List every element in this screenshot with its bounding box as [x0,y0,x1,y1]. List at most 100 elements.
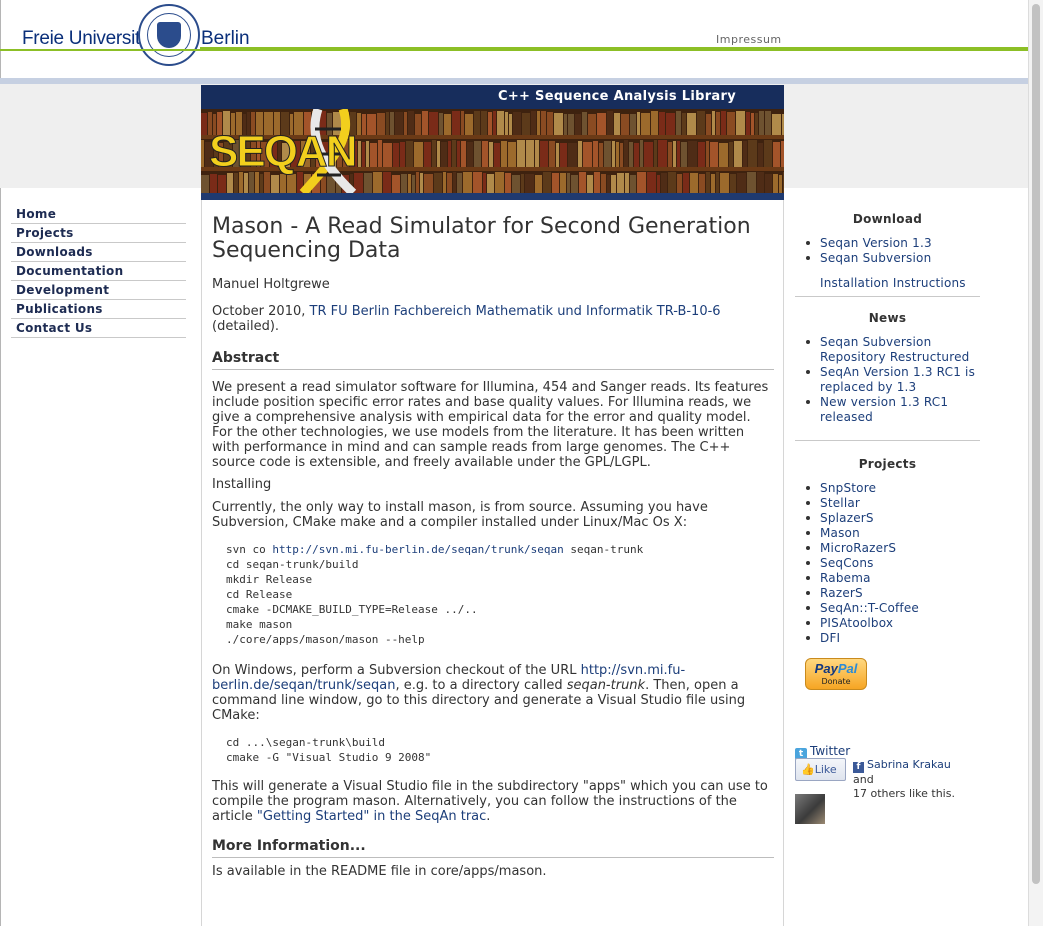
book-spine [659,112,665,136]
book-spine [537,111,540,135]
project-link-tcoffee[interactable]: SeqAn::T-Coffee [820,601,919,615]
book-spine [453,172,456,193]
book-spine [747,172,756,193]
seqan-logo[interactable]: SEQAN [208,127,357,177]
book-spine [677,174,682,193]
nav-item-documentation[interactable]: Documentation [11,262,186,281]
book-spine [457,141,460,168]
list-item: Seqan Version 1.3 [795,236,980,251]
project-link-razers[interactable]: RazerS [820,586,863,600]
book-spine [716,172,719,193]
nav-item-contact-us[interactable]: Contact Us [11,319,186,338]
book-spine [424,142,431,169]
book-spine [505,173,511,193]
book-spine [483,173,486,193]
book-spine [560,173,566,193]
project-link-microrazers[interactable]: MicroRazerS [820,541,896,555]
book-spine [497,111,504,135]
download-link-version[interactable]: Seqan Version 1.3 [820,236,932,250]
download-link-subversion[interactable]: Seqan Subversion [820,251,931,265]
book-spine [481,111,487,135]
book-spine [657,175,660,193]
book-spine [588,114,596,138]
svn-url-link[interactable]: http://svn.mi.fu-berlin.de/seqan/trunk/s… [272,543,563,556]
book-spine [666,113,675,137]
project-link-snpstore[interactable]: SnpStore [820,481,876,495]
nav-item-development[interactable]: Development [11,281,186,300]
book-spine [383,172,391,193]
book-spine [508,142,516,169]
book-spine [540,141,548,168]
scrollbar-thumb[interactable] [1032,4,1040,884]
project-link-stellar[interactable]: Stellar [820,496,860,510]
book-spine [630,175,636,193]
book-spine [746,112,750,136]
book-spine [699,174,705,193]
book-spine [452,111,460,135]
divider [795,440,980,441]
book-spine [676,111,681,135]
download-list: Seqan Version 1.3 Seqan Subversion [795,236,980,266]
abstract-text: We present a read simulator software for… [212,380,769,470]
fb-others-text: 17 others like this. [853,787,955,800]
book-spine [640,140,643,167]
project-link-dfi[interactable]: DFI [820,631,840,645]
twitter-label: Twitter [810,744,851,758]
vertical-scrollbar[interactable] [1028,0,1043,926]
book-spine [779,175,782,193]
fu-berlin-logo[interactable]: Freie Universität Berlin [22,4,262,70]
book-spine [634,143,639,170]
code-svn-target: seqan-trunk [563,543,644,556]
book-spine [422,111,428,135]
project-link-mason[interactable]: Mason [820,526,860,540]
nav-item-projects[interactable]: Projects [11,224,186,243]
book-spine [612,141,615,168]
book-spine [390,112,394,136]
book-spine [604,141,611,168]
impressum-link[interactable]: Impressum [716,33,782,46]
installation-instructions-link[interactable]: Installation Instructions [820,276,966,290]
book-spine [564,114,567,138]
book-spine [594,172,600,193]
book-spine [414,142,423,169]
news-link[interactable]: Seqan Subversion Repository Restructured [820,335,969,364]
book-spine [386,112,389,136]
book-spine [651,111,658,135]
news-link[interactable]: SeqAn Version 1.3 RC1 is replaced by 1.3 [820,365,975,394]
facebook-user-link[interactable]: Sabrina Krakau [867,758,951,771]
news-link[interactable]: New version 1.3 RC1 released [820,395,948,424]
avatar[interactable] [795,794,825,824]
book-spine [393,143,399,170]
paypal-logo: PayPal [806,661,866,677]
tech-report-link[interactable]: TR FU Berlin Fachbereich Mathematik und … [310,304,721,319]
book-spine [614,113,620,137]
list-item: Mason [795,526,980,541]
getting-started-link[interactable]: "Getting Started" in the SeqAn trac [257,809,486,824]
book-spine [513,112,521,136]
facebook-like-button[interactable]: 👍Like [795,758,846,781]
book-spine [541,111,546,135]
book-spine [552,173,559,193]
project-link-splazers[interactable]: SplazerS [820,511,874,525]
book-spine [441,142,447,169]
nav-item-home[interactable]: Home [11,205,186,224]
book-spine [587,175,593,193]
book-spine [772,114,781,138]
page-title: Mason - A Read Simulator for Second Gene… [212,214,751,263]
paypal-donate-button[interactable]: PayPal Donate [805,658,867,690]
nav-item-downloads[interactable]: Downloads [11,243,186,262]
header-accent-bar [200,47,1028,51]
project-link-rabema[interactable]: Rabema [820,571,871,585]
nav-item-publications[interactable]: Publications [11,300,186,319]
book-spine [415,114,421,138]
project-link-seqcons[interactable]: SeqCons [820,556,874,570]
list-item: Seqan Subversion [795,251,980,266]
book-spine [452,140,456,167]
book-spine [624,140,628,167]
book-spine [621,114,629,138]
project-link-pisatoolbox[interactable]: PISAtoolbox [820,616,893,630]
book-spine [439,113,443,137]
book-spine [736,111,745,135]
book-spine [525,174,534,193]
university-header: Freie Universität Berlin Impressum [0,0,1028,66]
